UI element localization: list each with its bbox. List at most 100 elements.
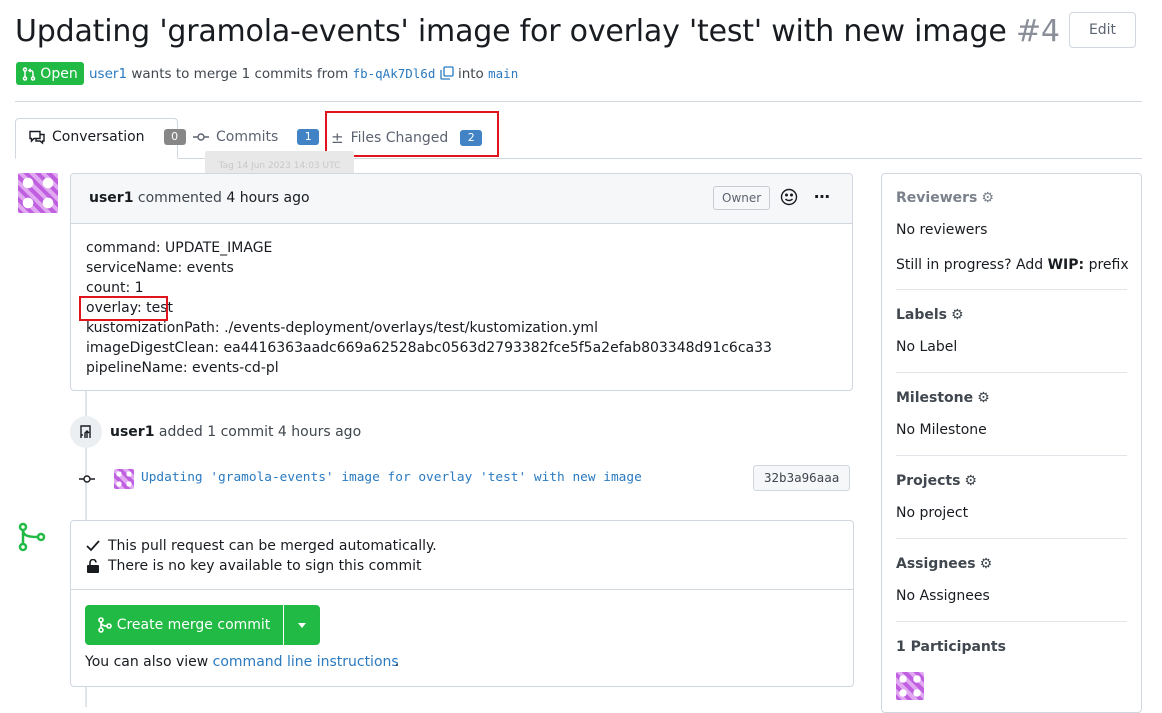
cli-hint-text: You can also view [85,654,209,670]
wip-bold[interactable]: WIP: [1048,257,1085,273]
owner-badge: Owner [713,186,771,210]
sidebar-divider [896,455,1127,456]
copy-branch-icon[interactable] [440,66,454,84]
into-text: into [457,66,484,82]
gear-icon[interactable]: ⚙ [981,190,994,206]
merge-box: This pull request can be merged automati… [70,520,854,687]
signing-row: There is no key available to sign this c… [86,558,421,574]
status-badge: Open [16,62,84,85]
milestone-title: Milestone [896,390,974,406]
assignees-value: No Assignees [896,588,990,604]
commit-icon [193,133,209,141]
tabs-baseline [15,158,1142,159]
projects-value: No project [896,505,969,521]
create-merge-commit-button[interactable]: Create merge commit [85,605,283,645]
assignees-title: Assignees [896,556,976,572]
merge-divider [71,589,853,590]
comment-time: 4 hours ago [226,190,310,206]
assignees-heading[interactable]: Assignees ⚙ [896,556,992,572]
body-line: pipelineName: events-cd-pl [86,360,279,376]
unlock-icon [87,559,99,573]
pull-request-icon [23,66,36,81]
sidebar: Reviewers ⚙ No reviewers Still in progre… [881,173,1142,713]
reviewers-title: Reviewers [896,190,978,206]
edit-button[interactable]: Edit [1069,12,1136,48]
participant-avatar[interactable] [896,672,924,700]
reviewers-value: No reviewers [896,222,988,238]
body-line: kustomizationPath: ./events-deployment/o… [86,320,598,336]
comment-box: user1 commented 4 hours ago Owner ⋯ comm… [70,173,853,391]
body-line: count: 1 [86,280,144,296]
cli-instructions-link[interactable]: command line instructions [213,654,399,670]
comment-action: commented [137,190,222,206]
cli-hint: You can also view command line instructi… [85,654,399,670]
projects-title: Projects [896,473,961,489]
caret-down-icon [298,622,306,628]
body-line: command: UPDATE_IMAGE [86,240,273,256]
gear-icon[interactable]: ⚙ [977,390,990,406]
labels-value: No Label [896,339,958,355]
sidebar-divider [896,372,1127,373]
commit-message-link[interactable]: Updating 'gramola-events' image for over… [141,470,642,485]
commit-dot-icon [79,472,95,488]
merge-dropdown-button[interactable] [284,605,320,645]
reviewers-heading[interactable]: Reviewers ⚙ [896,190,994,206]
tab-commits-count: 1 [297,129,320,145]
gear-icon[interactable]: ⚙ [951,307,964,323]
commit-event-author[interactable]: user1 [110,424,154,440]
wip-hint: Still in progress? Add WIP: prefix [896,257,1129,273]
labels-heading[interactable]: Labels ⚙ [896,307,964,323]
commit-sha[interactable]: 32b3a96aaa [753,465,851,491]
merge-check-text: This pull request can be merged automati… [108,538,437,554]
cli-hint-period: . [394,654,400,670]
merge-button-label: Create merge commit [116,617,271,633]
sidebar-divider [896,538,1127,539]
push-event-icon [70,416,102,448]
base-branch-link[interactable]: main [488,66,518,81]
gear-icon[interactable]: ⚙ [964,473,977,489]
body-line: serviceName: events [86,260,234,276]
tab-conversation[interactable]: Conversation 0 [29,129,186,145]
body-line: overlay: test [86,300,174,316]
commit-avatar[interactable] [114,469,134,489]
pr-subline: user1 wants to merge 1 commits from fb-q… [89,66,518,84]
merge-icon [17,522,47,556]
comment-meta: user1 commented 4 hours ago [89,190,310,206]
status-label: Open [40,65,78,82]
milestone-value: No Milestone [896,422,987,438]
commit-event-text: user1 added 1 commit 4 hours ago [110,424,361,440]
gear-icon[interactable]: ⚙ [980,556,993,572]
avatar[interactable] [18,173,58,213]
sidebar-divider [896,289,1127,290]
pr-number: #4 [1015,14,1060,49]
merge-text: wants to merge 1 commits from [131,66,349,82]
merge-button-icon [97,617,112,633]
merge-check-row: This pull request can be merged automati… [86,538,437,554]
comment-header: user1 commented 4 hours ago Owner ⋯ [71,174,852,224]
tab-commits-label: Commits [216,129,279,145]
signing-text: There is no key available to sign this c… [108,558,422,574]
tab-commits[interactable]: Commits 1 [193,129,320,145]
wip-suffix: prefix [1088,257,1129,273]
milestone-heading[interactable]: Milestone ⚙ [896,390,990,406]
tab-conversation-label: Conversation [52,129,145,145]
projects-heading[interactable]: Projects ⚙ [896,473,977,489]
pr-title-text: Updating 'gramola-events' image for over… [15,14,1007,49]
wip-prefix: Still in progress? Add [896,257,1044,273]
sidebar-divider [896,621,1127,622]
overlay-highlight [79,296,168,321]
commit-event-desc: added 1 commit 4 hours ago [158,424,362,440]
body-line: imageDigestClean: ea4416363aadc669a62528… [86,340,772,356]
reaction-icon[interactable] [780,188,798,210]
tab-conversation-count: 0 [163,129,186,145]
pr-title: Updating 'gramola-events' image for over… [15,14,1060,49]
labels-title: Labels [896,307,948,323]
check-icon [86,540,100,552]
comment-author[interactable]: user1 [89,190,133,206]
more-options-icon[interactable]: ⋯ [814,187,831,206]
comment-body: command: UPDATE_IMAGE serviceName: event… [86,238,772,378]
head-branch-link[interactable]: fb-qAk7Dl6d [353,66,436,81]
participants-title: 1 Participants [896,639,1006,655]
comment-icon [29,130,45,144]
author-link[interactable]: user1 [89,66,127,82]
